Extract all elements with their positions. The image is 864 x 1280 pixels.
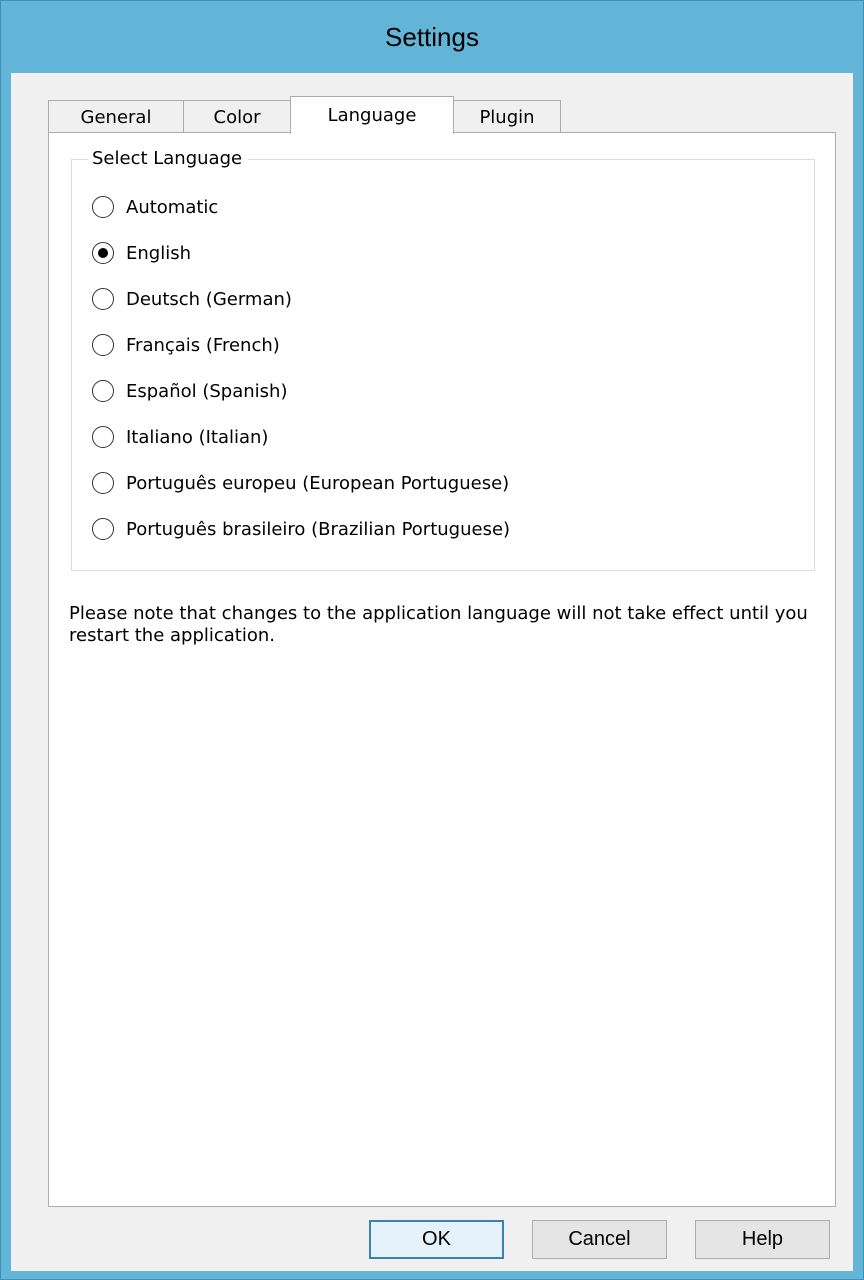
radio-button-icon[interactable] (92, 426, 114, 448)
ok-button[interactable]: OK (369, 1220, 504, 1259)
radio-portugues-europeu[interactable]: Português europeu (European Portuguese) (92, 468, 509, 498)
radio-label[interactable]: Deutsch (German) (126, 289, 292, 310)
radio-button-icon[interactable] (92, 472, 114, 494)
language-tab-panel: Select Language Automatic English Deutsc… (48, 132, 836, 1207)
radio-francais[interactable]: Français (French) (92, 330, 280, 360)
radio-label[interactable]: Italiano (Italian) (126, 427, 268, 448)
radio-english[interactable]: English (92, 238, 191, 268)
radio-label[interactable]: Español (Spanish) (126, 381, 287, 402)
radio-deutsch[interactable]: Deutsch (German) (92, 284, 292, 314)
tab-general[interactable]: General (48, 100, 184, 133)
title-bar[interactable]: Settings (1, 1, 863, 73)
radio-button-icon[interactable] (92, 288, 114, 310)
select-language-group: Select Language Automatic English Deutsc… (71, 147, 815, 571)
radio-dot-icon (98, 248, 108, 258)
radio-label[interactable]: Português europeu (European Portuguese) (126, 473, 509, 494)
group-title: Select Language (88, 147, 249, 171)
radio-portugues-brasileiro[interactable]: Português brasileiro (Brazilian Portugue… (92, 514, 510, 544)
radio-button-icon[interactable] (92, 242, 114, 264)
tab-language[interactable]: Language (290, 96, 454, 134)
radio-italiano[interactable]: Italiano (Italian) (92, 422, 268, 452)
radio-label[interactable]: English (126, 243, 191, 264)
radio-button-icon[interactable] (92, 380, 114, 402)
radio-label[interactable]: Français (French) (126, 335, 280, 356)
radio-espanol[interactable]: Español (Spanish) (92, 376, 287, 406)
restart-note: Please note that changes to the applicat… (69, 603, 808, 646)
radio-label[interactable]: Automatic (126, 197, 218, 218)
radio-button-icon[interactable] (92, 334, 114, 356)
dialog-body: General Color Language Plugin Select Lan… (11, 73, 853, 1271)
settings-window: Settings General Color Language Plugin S… (0, 0, 864, 1280)
help-button[interactable]: Help (695, 1220, 830, 1259)
tab-color[interactable]: Color (183, 100, 291, 133)
radio-button-icon[interactable] (92, 518, 114, 540)
radio-automatic[interactable]: Automatic (92, 192, 218, 222)
window-title: Settings (385, 21, 479, 52)
radio-button-icon[interactable] (92, 196, 114, 218)
radio-label[interactable]: Português brasileiro (Brazilian Portugue… (126, 519, 510, 540)
cancel-button[interactable]: Cancel (532, 1220, 667, 1259)
tab-plugin[interactable]: Plugin (453, 100, 561, 133)
